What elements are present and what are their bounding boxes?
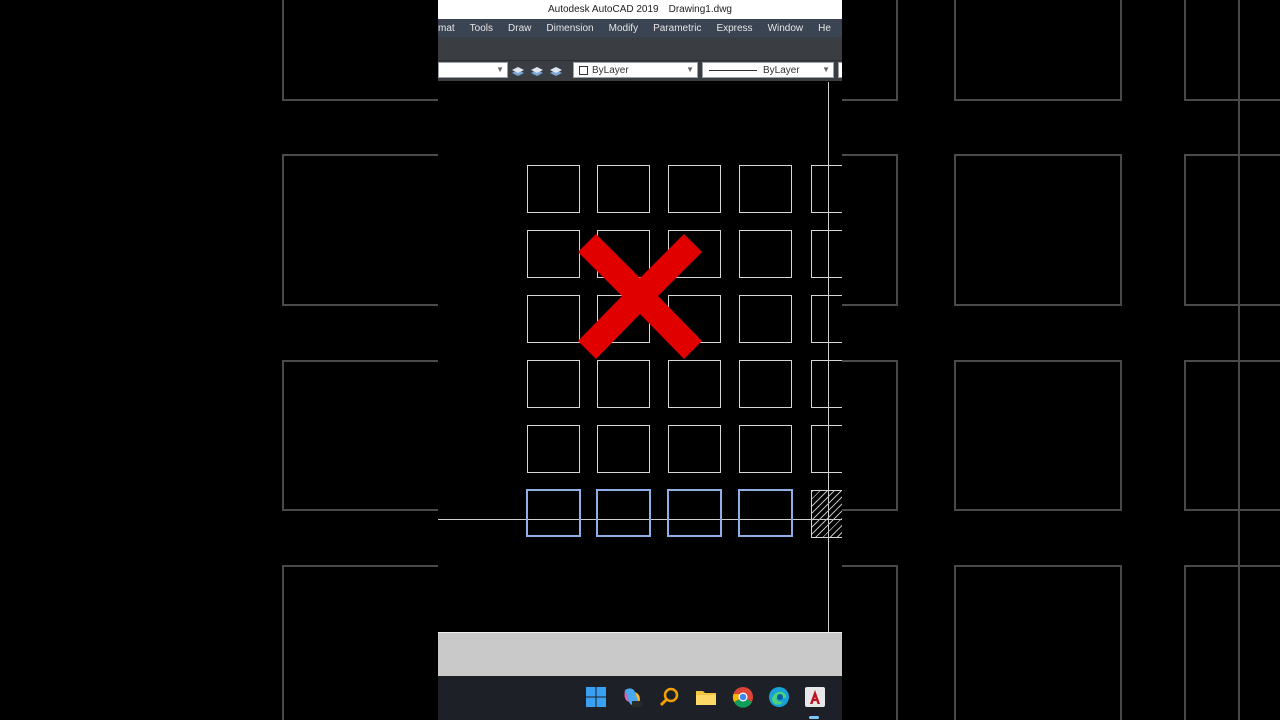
ribbon-strip — [438, 37, 842, 60]
rectangle[interactable] — [597, 425, 650, 473]
color-combo-value: ByLayer — [592, 64, 629, 76]
menu-modify[interactable]: Modify — [609, 23, 638, 34]
rectangle[interactable] — [597, 360, 650, 408]
hatched-rectangle[interactable] — [811, 490, 842, 538]
background-box — [282, 565, 438, 720]
chrome-icon[interactable] — [732, 686, 754, 708]
lineweight-combo[interactable] — [838, 62, 842, 78]
chevron-down-icon: ▼ — [822, 65, 830, 74]
rectangle[interactable] — [739, 230, 792, 278]
menu-format[interactable]: mat — [438, 23, 455, 34]
edge-icon[interactable] — [768, 686, 790, 708]
rectangle[interactable] — [668, 425, 721, 473]
file-explorer-icon[interactable] — [695, 686, 717, 708]
background-crosshair-line — [1238, 0, 1240, 720]
background-box — [1184, 0, 1280, 101]
background-box — [842, 0, 898, 101]
active-app-indicator — [809, 716, 819, 719]
rectangle[interactable] — [527, 230, 580, 278]
autocad-window: Autodesk AutoCAD 2019 Drawing1.dwg mat T… — [438, 0, 842, 720]
red-x-icon — [578, 234, 702, 359]
rectangle[interactable] — [527, 295, 580, 343]
taskbar — [438, 676, 842, 720]
color-combo[interactable]: ByLayer ▼ — [573, 62, 698, 78]
rectangle[interactable] — [811, 295, 842, 343]
menu-window[interactable]: Window — [768, 23, 804, 34]
rectangle[interactable] — [527, 165, 580, 213]
rectangle[interactable] — [739, 425, 792, 473]
menu-express[interactable]: Express — [716, 23, 752, 34]
background-box — [1184, 360, 1280, 511]
selected-rectangle[interactable] — [738, 489, 793, 537]
background-box — [842, 360, 898, 511]
linetype-combo[interactable]: ByLayer ▼ — [702, 62, 834, 78]
copilot-icon[interactable] — [621, 686, 643, 708]
rectangle[interactable] — [811, 360, 842, 408]
menu-tools[interactable]: Tools — [470, 23, 493, 34]
rectangle[interactable] — [811, 425, 842, 473]
background-box — [1184, 565, 1280, 720]
background-box — [1184, 154, 1280, 306]
background-left-panel — [0, 0, 438, 720]
layer-combo[interactable]: ▼ — [438, 62, 508, 78]
background-box — [842, 154, 898, 306]
background-box — [842, 565, 898, 720]
rectangle[interactable] — [668, 360, 721, 408]
selected-rectangle[interactable] — [667, 489, 722, 537]
background-box — [282, 360, 438, 511]
menu-help[interactable]: He — [818, 23, 831, 34]
background-box — [954, 0, 1122, 101]
selected-rectangle[interactable] — [596, 489, 651, 537]
rectangle[interactable] — [668, 165, 721, 213]
layer-match-icon[interactable] — [511, 64, 525, 78]
color-swatch — [579, 65, 588, 75]
windows-start-icon[interactable] — [585, 686, 607, 708]
layer-state-icon[interactable] — [549, 64, 563, 78]
rectangle[interactable] — [739, 165, 792, 213]
chevron-down-icon: ▼ — [496, 65, 504, 74]
command-line[interactable] — [438, 632, 842, 676]
selected-rectangle[interactable] — [526, 489, 581, 537]
rectangle[interactable] — [527, 425, 580, 473]
rectangle[interactable] — [739, 295, 792, 343]
linetype-combo-value: ByLayer — [763, 64, 800, 76]
rectangle[interactable] — [811, 230, 842, 278]
search-icon[interactable] — [658, 686, 680, 708]
background-right-panel — [842, 0, 1280, 720]
properties-toolbar: ▼ ByLayer ▼ ByLayer ▼ — [438, 60, 842, 81]
background-box — [282, 0, 438, 101]
rectangle[interactable] — [597, 165, 650, 213]
rectangle[interactable] — [811, 165, 842, 213]
drawing-canvas[interactable] — [438, 82, 842, 632]
menu-parametric[interactable]: Parametric — [653, 23, 701, 34]
file-name: Drawing1.dwg — [668, 4, 732, 15]
app-title: Autodesk AutoCAD 2019 — [547, 4, 659, 15]
menu-dimension[interactable]: Dimension — [546, 23, 593, 34]
menu-bar: mat Tools Draw Dimension Modify Parametr… — [438, 19, 842, 37]
rectangle[interactable] — [739, 360, 792, 408]
background-box — [954, 154, 1122, 306]
linetype-sample — [709, 69, 757, 71]
chevron-down-icon: ▼ — [686, 65, 694, 74]
rectangle[interactable] — [527, 360, 580, 408]
title-bar: Autodesk AutoCAD 2019 Drawing1.dwg — [438, 0, 842, 19]
background-box — [954, 360, 1122, 511]
menu-draw[interactable]: Draw — [508, 23, 531, 34]
background-box — [282, 154, 438, 306]
background-box — [954, 565, 1122, 720]
autocad-icon[interactable] — [804, 686, 826, 708]
layer-previous-icon[interactable] — [530, 64, 544, 78]
